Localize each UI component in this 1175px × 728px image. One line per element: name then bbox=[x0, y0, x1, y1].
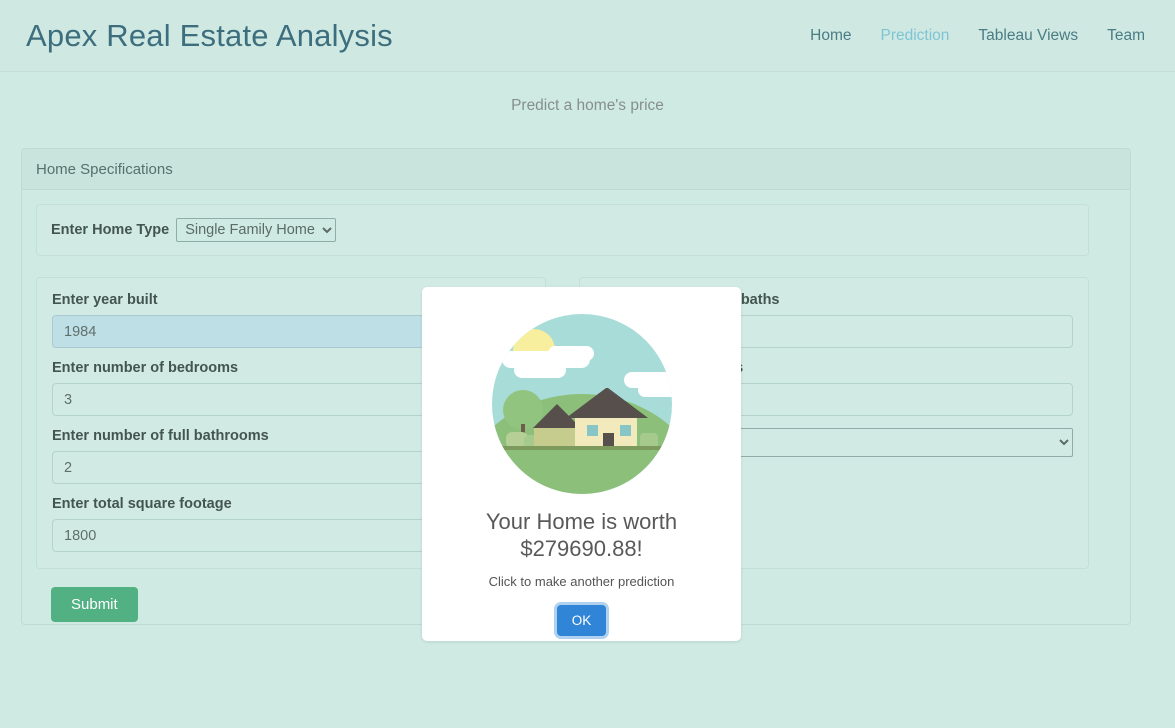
modal-subtitle: Click to make another prediction bbox=[488, 573, 675, 589]
prediction-result-modal: Your Home is worth $279690.88! Click to … bbox=[422, 287, 741, 641]
modal-ok-button[interactable]: OK bbox=[556, 604, 607, 636]
modal-title: Your Home is worth $279690.88! bbox=[485, 509, 678, 561]
nav-link-prediction[interactable]: Prediction bbox=[880, 27, 949, 45]
nav-link-home[interactable]: Home bbox=[810, 27, 851, 45]
card-title: Home Specifications bbox=[36, 160, 173, 178]
home-type-panel: Enter Home Type Single Family Home bbox=[36, 204, 1089, 256]
home-type-label: Enter Home Type bbox=[51, 222, 170, 238]
nav-link-team[interactable]: Team bbox=[1107, 27, 1145, 45]
house-landscape-icon bbox=[491, 314, 672, 494]
nav-link-tableau-views[interactable]: Tableau Views bbox=[978, 27, 1078, 45]
top-navbar: Apex Real Estate Analysis Home Predictio… bbox=[0, 0, 1175, 72]
submit-button[interactable]: Submit bbox=[51, 587, 138, 622]
site-brand[interactable]: Apex Real Estate Analysis bbox=[26, 20, 393, 51]
page-subtitle: Predict a home's price bbox=[511, 97, 664, 114]
home-type-select[interactable]: Single Family Home bbox=[176, 218, 337, 242]
primary-nav: Home Prediction Tableau Views Team bbox=[810, 27, 1145, 45]
card-header: Home Specifications bbox=[22, 149, 1130, 190]
